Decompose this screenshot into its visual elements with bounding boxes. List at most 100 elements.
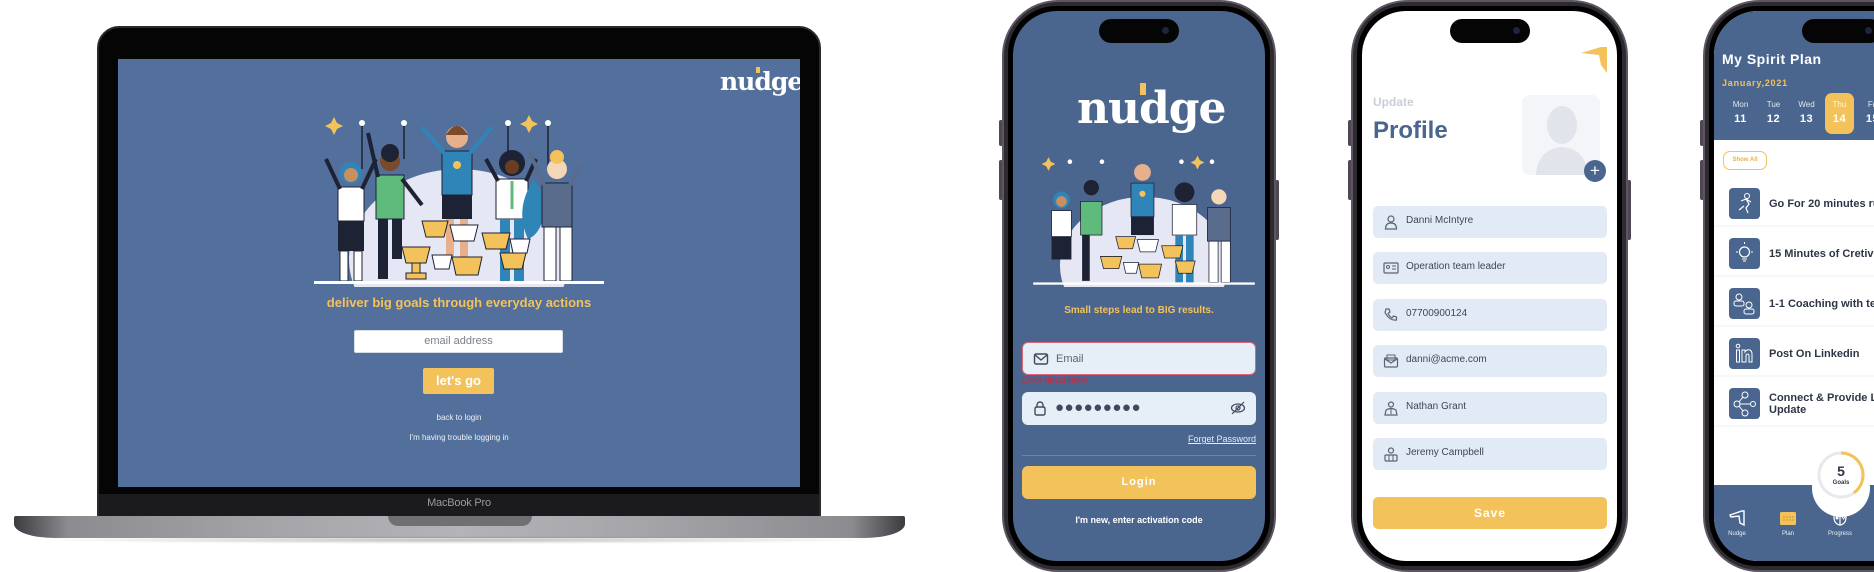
- share-icon: [1729, 388, 1760, 419]
- day-date: 13: [1799, 113, 1814, 125]
- logo-text: nudge: [1077, 83, 1227, 134]
- task-item[interactable]: Post On Linkedin: [1714, 331, 1874, 377]
- task-label: 15 Minutes of Cretive Thinking: [1769, 248, 1874, 260]
- user-icon: [1384, 215, 1398, 230]
- lightbulb-icon: [1729, 238, 1760, 269]
- laptop-screen: nudge deliver big goals through everyday…: [118, 59, 800, 487]
- brain-icon: [1833, 510, 1847, 526]
- lets-go-button[interactable]: let's go: [423, 368, 494, 394]
- day-name: Mon: [1732, 100, 1749, 109]
- manager-icon: [1384, 401, 1398, 416]
- add-photo-button[interactable]: +: [1584, 160, 1606, 182]
- email-input[interactable]: email address: [354, 330, 563, 353]
- task-item[interactable]: Go For 20 minutes run: [1714, 181, 1874, 227]
- password-field[interactable]: ●●●●●●●●●: [1022, 392, 1256, 425]
- task-label: Connect & Provide Leadership Update: [1769, 392, 1874, 416]
- laptop-notch: [388, 516, 532, 526]
- day-fri[interactable]: Fri 15: [1858, 93, 1874, 134]
- coaching-icon: [1729, 288, 1760, 319]
- activation-code-link[interactable]: I'm new, enter activation code: [1013, 515, 1265, 525]
- dynamic-island: [1450, 19, 1530, 43]
- task-label: Post On Linkedin: [1769, 348, 1860, 360]
- role-field[interactable]: Operation team leader: [1373, 252, 1607, 284]
- email-field[interactable]: danni@acme.com: [1373, 345, 1607, 377]
- nav-plan[interactable]: Plan: [1768, 509, 1808, 537]
- profile-screen: Update Profile + Danni McIntyre Operatio…: [1362, 11, 1617, 561]
- show-all-button[interactable]: Show All: [1723, 151, 1767, 170]
- day-date: 12: [1766, 113, 1781, 125]
- goals-count: 5: [1837, 463, 1845, 479]
- day-date: 15: [1865, 113, 1874, 125]
- task-item[interactable]: 1-1 Coaching with team member: [1714, 281, 1874, 327]
- field-value: danni@acme.com: [1406, 354, 1487, 365]
- linkedin-icon: [1729, 338, 1760, 369]
- mail-icon: [1033, 353, 1049, 365]
- logo-accent: [1140, 83, 1146, 95]
- field-value: Danni McIntyre: [1406, 215, 1474, 226]
- nudge-logo: nudge: [1077, 83, 1227, 134]
- field-value: Operation team leader: [1406, 261, 1506, 272]
- email-field[interactable]: Email: [1022, 342, 1256, 375]
- phone-field[interactable]: 07700900124: [1373, 299, 1607, 331]
- phone-icon: [1384, 308, 1398, 321]
- save-button[interactable]: Save: [1373, 497, 1607, 529]
- email-error-text: Error description: [1022, 375, 1089, 385]
- laptop-shadow: [26, 536, 892, 544]
- goals-label: Goals: [1832, 480, 1850, 486]
- divider: [1022, 455, 1256, 456]
- dynamic-island: [1099, 19, 1179, 43]
- day-date: 14: [1832, 113, 1847, 125]
- day-name: Wed: [1798, 100, 1815, 109]
- day-name: Tue: [1766, 100, 1781, 109]
- nav-nudge[interactable]: Nudge: [1717, 509, 1757, 537]
- day-wed[interactable]: Wed 13: [1792, 93, 1821, 134]
- mail-icon: [1383, 354, 1399, 368]
- trouble-logging-in-link[interactable]: I'm having trouble logging in: [118, 433, 800, 442]
- page-title: Profile: [1373, 117, 1448, 144]
- day-thu-selected[interactable]: Thu 14: [1825, 93, 1854, 134]
- email-placeholder: Email: [1056, 353, 1084, 365]
- logo-accent: [756, 67, 760, 73]
- nav-label: Progress: [1827, 531, 1852, 537]
- nav-label: Plan: [1781, 531, 1794, 537]
- nudge-logo: nudge: [720, 67, 800, 96]
- eye-off-icon[interactable]: [1230, 400, 1246, 416]
- task-label: 1-1 Coaching with team member: [1769, 298, 1874, 310]
- plan-screen: My Spirit Plan January,2021 Mon 11 Tue 1…: [1714, 11, 1874, 561]
- day-name: Thu: [1832, 100, 1847, 109]
- back-to-login-link[interactable]: back to login: [118, 413, 800, 422]
- day-date: 11: [1734, 113, 1747, 125]
- login-screen: nudge Small steps lead to BIG results. E…: [1013, 11, 1265, 561]
- month-label: January,2021: [1722, 78, 1788, 88]
- manager-field[interactable]: Nathan Grant: [1373, 392, 1607, 424]
- team-member-field[interactable]: Jeremy Campbell: [1373, 438, 1607, 470]
- login-button[interactable]: Login: [1022, 466, 1256, 499]
- field-value: 07700900124: [1406, 308, 1468, 319]
- nav-label: Nudge: [1728, 531, 1746, 537]
- calendar-icon: [1780, 512, 1796, 525]
- nudge-icon: [1729, 510, 1745, 527]
- day-mon[interactable]: Mon 11: [1726, 93, 1755, 134]
- dynamic-island: [1802, 19, 1874, 43]
- field-value: Jeremy Campbell: [1406, 447, 1484, 458]
- logo-text: nudge: [720, 67, 800, 96]
- nudge-brand-mark-icon: [1581, 47, 1607, 73]
- forget-password-link[interactable]: Forget Password: [1188, 434, 1256, 444]
- team-icon: [1384, 447, 1398, 462]
- task-item[interactable]: Connect & Provide Leadership Update: [1714, 381, 1874, 427]
- day-tue[interactable]: Tue 12: [1759, 93, 1788, 134]
- nav-progress[interactable]: Progress: [1820, 509, 1860, 537]
- day-name: Fri: [1867, 100, 1874, 109]
- password-value: ●●●●●●●●●: [1055, 399, 1142, 416]
- name-field[interactable]: Danni McIntyre: [1373, 206, 1607, 238]
- running-icon: [1729, 188, 1760, 219]
- tagline: Small steps lead to BIG results.: [1064, 305, 1214, 316]
- celebration-illustration: [314, 115, 604, 287]
- id-card-icon: [1383, 262, 1399, 274]
- task-item[interactable]: 15 Minutes of Cretive Thinking: [1714, 231, 1874, 277]
- celebration-illustration: [1033, 155, 1255, 287]
- laptop-brand-label: MacBook Pro: [427, 497, 491, 509]
- page-subtitle: Update: [1373, 95, 1414, 109]
- task-label: Go For 20 minutes run: [1769, 198, 1874, 210]
- field-value: Nathan Grant: [1406, 401, 1467, 412]
